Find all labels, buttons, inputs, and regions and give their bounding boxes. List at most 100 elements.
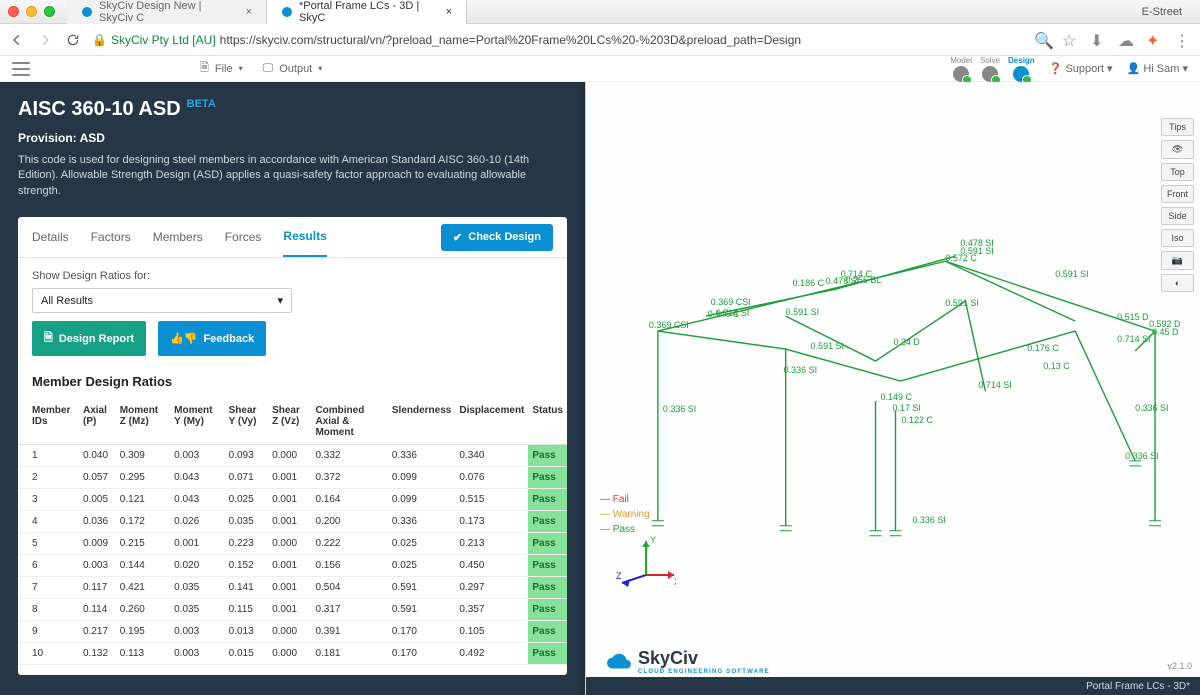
svg-text:0.591 SI: 0.591 SI — [945, 298, 978, 308]
table-row[interactable]: 10.0400.3090.0030.0930.0000.3320.3360.34… — [18, 445, 567, 467]
tab-title: *Portal Frame LCs - 3D | SkyC — [299, 0, 432, 24]
mode-solve[interactable]: Solve — [980, 56, 1000, 82]
tab-forces[interactable]: Forces — [225, 218, 262, 256]
filter-label: Show Design Ratios for: — [32, 270, 553, 282]
table-row[interactable]: 40.0360.1720.0260.0350.0010.2000.3360.17… — [18, 511, 567, 533]
support-menu[interactable]: ❓ Support ▾ — [1049, 62, 1113, 75]
file-icon: 🗎 — [200, 59, 209, 78]
view-side-button[interactable]: Side — [1161, 207, 1194, 225]
svg-text:0.176 C: 0.176 C — [1027, 343, 1059, 353]
mode-design[interactable]: Design — [1008, 56, 1035, 82]
col-header: Slenderness — [388, 399, 455, 445]
bookmark-star-icon[interactable]: ☆ — [1062, 31, 1080, 49]
results-card: Details Factors Members Forces Results ✔… — [18, 217, 567, 675]
table-row[interactable]: 30.0050.1210.0430.0250.0010.1640.0990.51… — [18, 489, 567, 511]
tab-details[interactable]: Details — [32, 218, 69, 256]
svg-text:0.336 SI: 0.336 SI — [663, 404, 696, 414]
svg-text:0.45 D: 0.45 D — [1152, 327, 1179, 337]
address-bar[interactable]: 🔒 SkyCiv Pty Ltd [AU] https://skyciv.com… — [92, 33, 1024, 47]
svg-text:0.146 C: 0.146 C — [708, 309, 740, 319]
search-icon[interactable]: 🔍 — [1034, 31, 1052, 49]
check-icon: ✔ — [453, 231, 462, 244]
maximize-window-icon[interactable] — [44, 6, 55, 17]
view-top-button[interactable]: Top — [1161, 163, 1194, 181]
table-row[interactable]: 80.1140.2600.0350.1150.0010.3170.5910.35… — [18, 599, 567, 621]
window-controls — [8, 6, 55, 17]
svg-text:0.149 C: 0.149 C — [881, 392, 913, 402]
forward-button[interactable] — [36, 31, 54, 49]
skyciv-favicon-icon — [81, 6, 93, 18]
visibility-button[interactable]: 👁 — [1161, 140, 1194, 159]
tab-title: SkyCiv Design New | SkyCiv C — [99, 0, 232, 24]
browser-tabs: SkyCiv Design New | SkyCiv C × *Portal F… — [67, 0, 467, 24]
reload-button[interactable] — [64, 31, 82, 49]
output-menu[interactable]: 🖵Output▾ — [263, 62, 323, 75]
file-menu[interactable]: 🗎File▾ — [200, 59, 243, 78]
browser-tab[interactable]: *Portal Frame LCs - 3D | SkyC × — [267, 0, 467, 24]
screenshot-button[interactable]: 📷 — [1161, 251, 1194, 270]
table-row[interactable]: 100.1320.1130.0030.0150.0000.1810.1700.4… — [18, 643, 567, 665]
viewport-3d[interactable]: 0.572 C0.591 SI0.478 SI0.591 SI0.714 C0.… — [585, 82, 1200, 695]
close-window-icon[interactable] — [8, 6, 19, 17]
mac-titlebar: SkyCiv Design New | SkyCiv C × *Portal F… — [0, 0, 1200, 24]
table-row[interactable]: 60.0030.1440.0200.1520.0010.1560.0250.45… — [18, 555, 567, 577]
view-toolbar: Tips 👁 Top Front Side Iso 📷 ◐ — [1161, 118, 1194, 292]
design-code-title: AISC 360-10 ASDBETA — [18, 98, 567, 121]
table-row[interactable]: 20.0570.2950.0430.0710.0010.3720.0990.07… — [18, 467, 567, 489]
col-header: Shear Y (Vy) — [225, 399, 268, 445]
view-front-button[interactable]: Front — [1161, 185, 1194, 203]
col-header: Combined Axial & Moment — [311, 399, 387, 445]
table-row[interactable]: 90.2170.1950.0030.0130.0000.3910.1700.10… — [18, 621, 567, 643]
svg-text:0.515 D: 0.515 D — [1117, 312, 1149, 322]
tab-factors[interactable]: Factors — [91, 218, 131, 256]
user-menu[interactable]: 👤 Hi Sam ▾ — [1127, 62, 1188, 75]
cloud-logo-icon — [606, 649, 632, 675]
col-header: Status — [528, 399, 567, 445]
col-header: Moment Z (Mz) — [116, 399, 170, 445]
tab-results[interactable]: Results — [283, 217, 326, 257]
extension-icon[interactable]: ✦ — [1146, 31, 1164, 49]
svg-text:Z: Z — [616, 571, 622, 581]
svg-text:X: X — [674, 577, 676, 587]
filter-select[interactable]: All Results▾ — [32, 288, 292, 313]
feedback-button[interactable]: 👍👎Feedback — [158, 321, 266, 356]
legend-warning: — Warning — [600, 507, 650, 522]
tab-close-icon[interactable]: × — [446, 6, 452, 18]
legend: — Fail — Warning — Pass — [600, 492, 650, 537]
svg-text:0.714 SI: 0.714 SI — [978, 380, 1011, 390]
tips-button[interactable]: Tips — [1161, 118, 1194, 136]
svg-text:0.336 SI: 0.336 SI — [912, 515, 945, 525]
table-row[interactable]: 70.1170.4210.0350.1410.0010.5040.5910.29… — [18, 577, 567, 599]
col-header: Axial (P) — [79, 399, 116, 445]
skyciv-favicon-icon — [281, 6, 293, 18]
tab-close-icon[interactable]: × — [246, 6, 252, 18]
document-icon: 🗎 — [44, 329, 53, 348]
svg-text:0.591 SI: 0.591 SI — [811, 341, 844, 351]
site-owner: SkyCiv Pty Ltd [AU] — [111, 33, 216, 47]
svg-text:0.336 SI: 0.336 SI — [1135, 403, 1168, 413]
browser-profile-menu[interactable]: E-Street — [1132, 6, 1192, 18]
chevron-down-icon: ▾ — [277, 294, 283, 307]
ratios-table: Member IDsAxial (P)Moment Z (Mz)Moment Y… — [18, 399, 567, 665]
back-button[interactable] — [8, 31, 26, 49]
view-iso-button[interactable]: Iso — [1161, 229, 1194, 247]
browser-tab[interactable]: SkyCiv Design New | SkyCiv C × — [67, 0, 267, 24]
thumbs-icon: 👍👎 — [170, 332, 197, 345]
tab-members[interactable]: Members — [153, 218, 203, 256]
svg-text:0.369 CSI: 0.369 CSI — [649, 320, 689, 330]
hamburger-menu-icon[interactable] — [12, 62, 30, 76]
table-row[interactable]: 50.0090.2150.0010.2230.0000.2220.0250.21… — [18, 533, 567, 555]
svg-text:0.34 D: 0.34 D — [893, 337, 920, 347]
axis-triad: X Y Z — [616, 535, 676, 595]
mode-model[interactable]: Model — [950, 56, 972, 82]
cloud-icon[interactable]: ☁ — [1118, 31, 1136, 49]
download-icon[interactable]: ⬇ — [1090, 31, 1108, 49]
legend-fail: — Fail — [600, 492, 650, 507]
check-design-button[interactable]: ✔Check Design — [441, 224, 553, 251]
svg-text:Y: Y — [650, 535, 656, 545]
theme-button[interactable]: ◐ — [1161, 274, 1194, 292]
lock-icon: 🔒 — [92, 33, 107, 47]
minimize-window-icon[interactable] — [26, 6, 37, 17]
design-report-button[interactable]: 🗎Design Report — [32, 321, 146, 356]
kebab-menu-icon[interactable]: ⋮ — [1174, 31, 1192, 49]
